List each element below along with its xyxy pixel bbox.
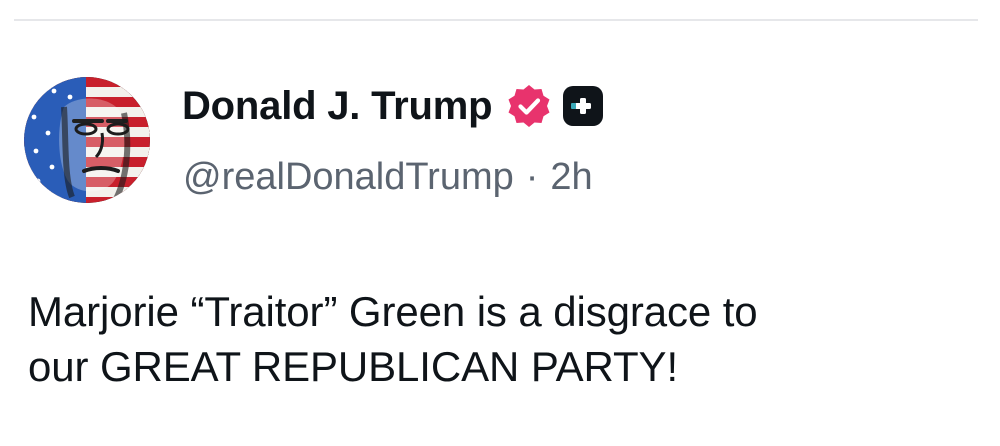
author-display-name[interactable]: Donald J. Trump bbox=[182, 84, 493, 129]
avatar[interactable] bbox=[24, 77, 150, 203]
post-body: Marjorie “Traitor” Green is a disgrace t… bbox=[28, 284, 968, 394]
verified-badge-icon bbox=[506, 83, 552, 129]
plus-app-icon bbox=[562, 85, 604, 127]
author-handle[interactable]: @realDonaldTrump bbox=[183, 156, 514, 199]
post-card[interactable]: Donald J. Trump @realDonaldTrump · 2h Ma… bbox=[0, 0, 1000, 446]
author-handle-row: @realDonaldTrump · 2h bbox=[183, 154, 593, 200]
author-name-row: Donald J. Trump bbox=[182, 84, 604, 128]
post-timestamp[interactable]: 2h bbox=[550, 156, 592, 199]
post-text-line: Marjorie “Traitor” Green is a disgrace t… bbox=[28, 288, 758, 335]
avatar-image bbox=[24, 77, 150, 203]
screenshot-frame: Donald J. Trump @realDonaldTrump · 2h Ma… bbox=[0, 0, 1000, 446]
meta-separator: · bbox=[525, 155, 539, 198]
post-text-line: our GREAT REPUBLICAN PARTY! bbox=[28, 343, 679, 390]
